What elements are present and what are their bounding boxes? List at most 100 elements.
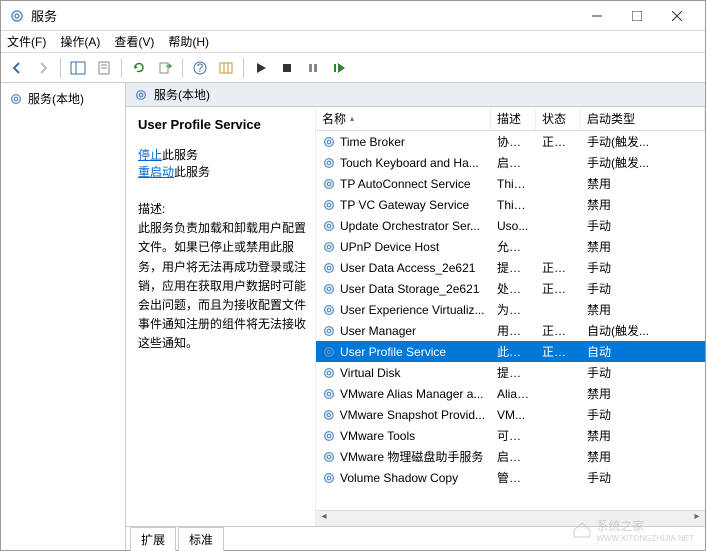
menu-view[interactable]: 查看(V) bbox=[114, 33, 154, 50]
service-desc: 提供... bbox=[491, 362, 536, 383]
stop-service-line: 停止此服务 bbox=[138, 146, 307, 163]
scroll-left-icon[interactable]: ◂ bbox=[316, 511, 332, 526]
tree-node-services-local[interactable]: 服务(本地) bbox=[5, 87, 121, 110]
service-row[interactable]: User Manager用户...正在...自动(触发... bbox=[316, 320, 705, 341]
service-name: User Data Storage_2e621 bbox=[340, 282, 479, 296]
service-row[interactable]: Volume Shadow Copy管理...手动 bbox=[316, 467, 705, 488]
export-button[interactable] bbox=[153, 56, 177, 80]
service-row[interactable]: VMware Snapshot Provid...VM...手动 bbox=[316, 404, 705, 425]
service-desc: 提供... bbox=[491, 257, 536, 278]
restart-service-button[interactable] bbox=[327, 56, 351, 80]
service-startup: 禁用 bbox=[581, 446, 705, 467]
help-button[interactable]: ? bbox=[188, 56, 212, 80]
maximize-button[interactable] bbox=[617, 2, 657, 30]
service-status bbox=[536, 413, 581, 417]
service-row[interactable]: User Data Access_2e621提供...正在...手动 bbox=[316, 257, 705, 278]
content-area: User Profile Service 停止此服务 重启动此服务 描述: 此服… bbox=[126, 107, 705, 526]
start-service-button[interactable] bbox=[249, 56, 273, 80]
service-status: 正在... bbox=[536, 257, 581, 278]
menu-action[interactable]: 操作(A) bbox=[60, 33, 100, 50]
properties-button[interactable] bbox=[92, 56, 116, 80]
watermark-brand: 系统之家 bbox=[596, 517, 694, 534]
forward-button[interactable] bbox=[31, 56, 55, 80]
right-header-label: 服务(本地) bbox=[154, 86, 210, 103]
service-rows[interactable]: Time Broker协调...正在...手动(触发... Touch Keybo… bbox=[316, 131, 705, 510]
service-startup: 禁用 bbox=[581, 236, 705, 257]
close-button[interactable] bbox=[657, 2, 697, 30]
service-row[interactable]: TP AutoConnect ServiceThin...禁用 bbox=[316, 173, 705, 194]
refresh-button[interactable] bbox=[127, 56, 151, 80]
gear-icon bbox=[322, 198, 336, 212]
back-button[interactable] bbox=[5, 56, 29, 80]
detail-pane: User Profile Service 停止此服务 重启动此服务 描述: 此服… bbox=[126, 107, 316, 526]
service-list-pane: 名称▴ 描述 状态 启动类型 Time Broker协调...正在...手动(触… bbox=[316, 107, 705, 526]
service-name: User Manager bbox=[340, 324, 416, 338]
service-row[interactable]: Time Broker协调...正在...手动(触发... bbox=[316, 131, 705, 152]
watermark-url: WWW.XITONGZHIJIA.NET bbox=[596, 534, 694, 543]
service-desc: 启用... bbox=[491, 446, 536, 467]
toolbar-separator bbox=[243, 58, 244, 78]
gear-icon bbox=[322, 261, 336, 275]
gear-icon bbox=[322, 135, 336, 149]
gear-icon bbox=[9, 92, 23, 106]
service-row[interactable]: Touch Keyboard and Ha...启用...手动(触发... bbox=[316, 152, 705, 173]
gear-icon bbox=[322, 471, 336, 485]
service-row[interactable]: TP VC Gateway ServiceThin...禁用 bbox=[316, 194, 705, 215]
col-header-desc[interactable]: 描述 bbox=[491, 107, 536, 130]
service-name: VMware Tools bbox=[340, 429, 415, 443]
service-row[interactable]: VMware 物理磁盘助手服务启用...禁用 bbox=[316, 446, 705, 467]
service-name: TP AutoConnect Service bbox=[340, 177, 471, 191]
pause-service-button[interactable] bbox=[301, 56, 325, 80]
stop-service-button[interactable] bbox=[275, 56, 299, 80]
toolbar-separator bbox=[121, 58, 122, 78]
service-row[interactable]: Update Orchestrator Ser... Uso... 手动 bbox=[316, 215, 705, 236]
service-row[interactable]: User Experience Virtualiz...为应...禁用 bbox=[316, 299, 705, 320]
service-name: VMware Snapshot Provid... bbox=[340, 408, 485, 422]
service-name: Touch Keyboard and Ha... bbox=[340, 156, 479, 170]
service-row[interactable]: UPnP Device Host允许...禁用 bbox=[316, 236, 705, 257]
right-header: 服务(本地) bbox=[126, 83, 705, 107]
service-startup: 禁用 bbox=[581, 383, 705, 404]
tree-node-label: 服务(本地) bbox=[28, 90, 84, 107]
app-icon bbox=[9, 8, 25, 24]
service-startup: 手动 bbox=[581, 215, 705, 236]
gear-icon bbox=[322, 282, 336, 296]
show-hide-tree-button[interactable] bbox=[66, 56, 90, 80]
service-row[interactable]: User Data Storage_2e621处理...正在...手动 bbox=[316, 278, 705, 299]
service-startup: 禁用 bbox=[581, 299, 705, 320]
stop-link[interactable]: 停止 bbox=[138, 148, 162, 162]
gear-icon bbox=[322, 219, 336, 233]
service-status: 正在... bbox=[536, 341, 581, 362]
service-row[interactable]: VMware Alias Manager a...Alias...禁用 bbox=[316, 383, 705, 404]
col-header-startup[interactable]: 启动类型 bbox=[581, 107, 705, 130]
service-row[interactable]: Virtual Disk提供...手动 bbox=[316, 362, 705, 383]
sort-asc-icon: ▴ bbox=[350, 114, 354, 123]
service-name: VMware Alias Manager a... bbox=[340, 387, 483, 401]
service-desc: 允许... bbox=[491, 236, 536, 257]
service-name: TP VC Gateway Service bbox=[340, 198, 469, 212]
service-startup: 手动 bbox=[581, 467, 705, 488]
menu-file[interactable]: 文件(F) bbox=[7, 33, 46, 50]
columns-button[interactable] bbox=[214, 56, 238, 80]
restart-link[interactable]: 重启动 bbox=[138, 165, 174, 179]
col-header-name[interactable]: 名称▴ bbox=[316, 107, 491, 130]
service-row[interactable]: VMware Tools可支...禁用 bbox=[316, 425, 705, 446]
service-status bbox=[536, 392, 581, 396]
service-desc: Uso... bbox=[491, 217, 536, 235]
service-desc: 管理... bbox=[491, 467, 536, 488]
tab-extended[interactable]: 扩展 bbox=[130, 527, 176, 551]
service-name: User Experience Virtualiz... bbox=[340, 303, 485, 317]
service-name: Update Orchestrator Ser... bbox=[340, 219, 480, 233]
minimize-button[interactable] bbox=[577, 2, 617, 30]
service-name-heading: User Profile Service bbox=[138, 117, 307, 132]
service-row[interactable]: User Profile Service此服...正在...自动 bbox=[316, 341, 705, 362]
tab-standard[interactable]: 标准 bbox=[178, 527, 224, 551]
service-desc: 启用... bbox=[491, 152, 536, 173]
gear-icon bbox=[322, 387, 336, 401]
description-block: 描述: 此服务负责加载和卸载用户配置文件。如果已停止或禁用此服务，用户将无法再成… bbox=[138, 200, 307, 354]
gear-icon bbox=[322, 345, 336, 359]
col-header-status[interactable]: 状态 bbox=[536, 107, 581, 130]
house-icon bbox=[572, 522, 592, 538]
service-status: 正在... bbox=[536, 278, 581, 299]
menu-help[interactable]: 帮助(H) bbox=[168, 33, 209, 50]
